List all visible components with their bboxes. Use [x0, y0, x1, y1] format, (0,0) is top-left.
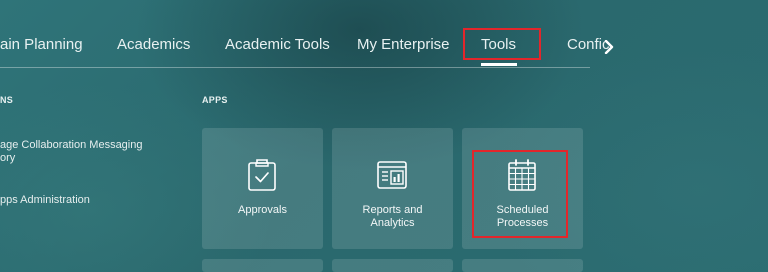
nav-item-my-enterprise[interactable]: My Enterprise — [357, 36, 450, 53]
app-tile-approvals[interactable]: Approvals — [202, 128, 323, 249]
nav-divider — [0, 67, 590, 68]
left-item-label-2: ory — [0, 152, 16, 164]
active-tab-indicator — [481, 63, 517, 66]
left-item-label: pps Administration — [0, 194, 90, 206]
nav-item-chain-planning[interactable]: ain Planning — [0, 36, 83, 53]
apps-section-label: APPS — [202, 95, 228, 105]
clipboard-check-icon — [248, 159, 276, 191]
nav-item-academics[interactable]: Academics — [117, 36, 190, 53]
nav-item-academic-tools[interactable]: Academic Tools — [225, 36, 330, 53]
tile-label: Reports and — [362, 204, 423, 216]
chevron-right-icon[interactable] — [602, 40, 616, 54]
tile-label-2: Analytics — [370, 217, 415, 229]
app-tile-reports-analytics[interactable]: Reports and Analytics — [332, 128, 453, 249]
scheduled-processes-highlight-box — [472, 150, 568, 238]
top-navigation: ain Planning Academics Academic Tools My… — [0, 0, 768, 70]
left-section-label: NS — [0, 95, 14, 105]
left-item-collaboration-messaging[interactable]: age Collaboration Messaging ory — [0, 139, 142, 165]
app-tile-partial[interactable] — [202, 259, 323, 272]
tile-label: Approvals — [238, 204, 287, 216]
reports-chart-icon — [377, 161, 407, 189]
app-tile-partial[interactable] — [332, 259, 453, 272]
left-item-apps-administration[interactable]: pps Administration — [0, 194, 90, 207]
app-tile-partial[interactable] — [462, 259, 583, 272]
tools-highlight-box — [463, 28, 541, 60]
left-item-label: age Collaboration Messaging — [0, 139, 143, 151]
